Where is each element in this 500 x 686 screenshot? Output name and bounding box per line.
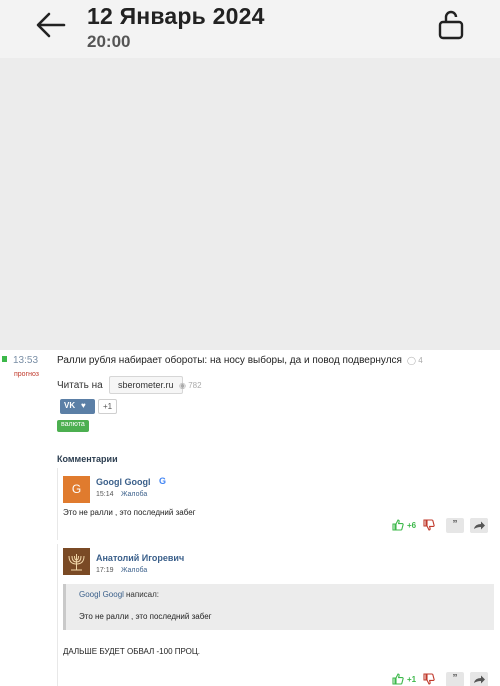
- vk-icon: VK: [64, 401, 76, 410]
- page-title: 12 Январь 2024: [87, 3, 265, 29]
- page-subtitle: 20:00: [87, 32, 131, 51]
- app-bar: 12 Январь 2024 20:00: [0, 0, 500, 58]
- thumb-up-icon[interactable]: [392, 519, 404, 531]
- comment: G Googl Googl G 15:14 Жалоба Это не ралл…: [57, 468, 493, 540]
- quoted-comment: Googl Googl написал: Это не ралли , это …: [63, 584, 494, 630]
- comment-text: ДАЛЬШЕ БУДЕТ ОБВАЛ -100 ПРОЦ.: [63, 647, 201, 656]
- comment-author[interactable]: Анатолий Игоревич: [96, 553, 184, 563]
- new-marker: [2, 356, 7, 362]
- arrow-left-icon[interactable]: [34, 10, 68, 40]
- complain-link[interactable]: Жалоба: [121, 491, 147, 498]
- eye-icon: ◉: [179, 381, 186, 390]
- speech-bubble-icon: ◯: [407, 356, 416, 365]
- quote-button[interactable]: ”: [446, 672, 464, 686]
- avatar[interactable]: [63, 548, 90, 575]
- comments-heading: Комментарии: [57, 454, 118, 464]
- avatar[interactable]: G: [63, 476, 90, 503]
- empty-content-area: [0, 58, 500, 350]
- thumb-down-icon[interactable]: [423, 673, 435, 685]
- comment-count[interactable]: ◯ 4: [407, 356, 423, 365]
- quote-icon: ”: [452, 519, 458, 530]
- google-icon: G: [159, 476, 167, 486]
- views-count: ◉ 782: [179, 381, 202, 390]
- heart-icon: ♥: [81, 401, 86, 410]
- news-item: 13:53 прогноз Ралли рубля набирает оборо…: [0, 350, 500, 686]
- reply-arrow-icon[interactable]: [470, 518, 488, 533]
- news-tag[interactable]: прогноз: [14, 371, 39, 378]
- comment-rating: +1: [407, 675, 417, 684]
- comment-count-value: 4: [418, 356, 423, 365]
- news-headline[interactable]: Ралли рубля набирает обороты: на носу вы…: [57, 355, 402, 366]
- comment: Анатолий Игоревич 17:19 Жалоба Googl Goo…: [57, 544, 494, 686]
- quote-author[interactable]: Googl Googl: [79, 590, 124, 599]
- comment-rating: +6: [407, 521, 417, 530]
- source-link-button[interactable]: sberometer.ru: [109, 376, 183, 394]
- quote-icon: ”: [452, 673, 458, 684]
- menorah-avatar-icon: [63, 548, 90, 575]
- share-count: +1: [98, 399, 118, 414]
- category-badge[interactable]: валюта: [57, 420, 89, 432]
- comment-author[interactable]: Googl Googl: [96, 477, 151, 487]
- news-time: 13:53: [13, 355, 39, 366]
- complain-link[interactable]: Жалоба: [121, 567, 147, 574]
- vk-share-button[interactable]: VK ♥: [60, 399, 95, 414]
- read-on-label: Читать на: [57, 380, 103, 391]
- thumb-down-icon[interactable]: [423, 519, 435, 531]
- comment-actions: +1 ”: [392, 672, 492, 686]
- unlock-icon[interactable]: [436, 9, 466, 41]
- comment-actions: +6 ”: [392, 518, 492, 534]
- comment-text: Это не ралли , это последний забег: [63, 508, 196, 517]
- thumb-up-icon[interactable]: [392, 673, 404, 685]
- quote-wrote-label: написал:: [126, 590, 160, 599]
- quote-button[interactable]: ”: [446, 518, 464, 533]
- comment-time: 17:19: [96, 567, 114, 574]
- quote-text: Это не ралли , это последний забег: [79, 612, 212, 621]
- views-count-value: 782: [188, 381, 202, 390]
- reply-arrow-icon[interactable]: [470, 672, 488, 686]
- comment-time: 15:14: [96, 491, 114, 498]
